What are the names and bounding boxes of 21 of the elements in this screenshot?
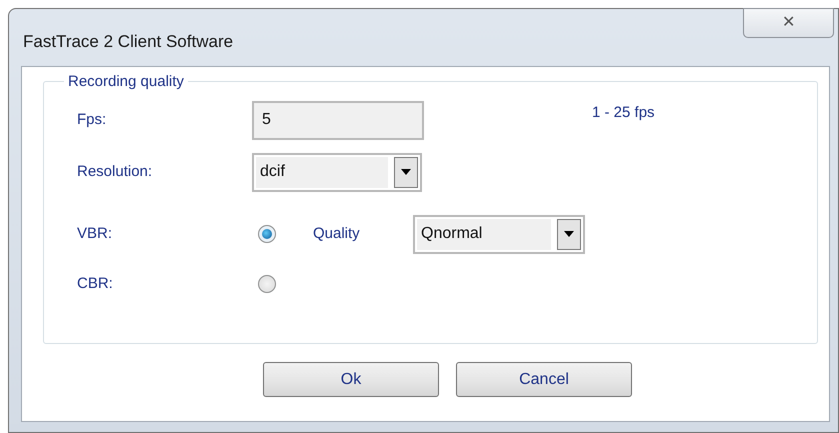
fps-field[interactable]: 5	[252, 100, 424, 140]
field-label: CBR:	[77, 274, 114, 294]
field-label: Quality	[313, 224, 361, 244]
range-hint: 1 - 25 fps	[592, 102, 655, 123]
radio-button[interactable]	[258, 225, 276, 243]
close-button[interactable]: ✕	[743, 8, 834, 38]
dropdown-arrow-button[interactable]	[394, 156, 418, 188]
window-title: FastTrace 2 Client Software	[23, 31, 234, 53]
caret-icon	[401, 169, 411, 175]
dropdown-value: dcif	[256, 156, 388, 188]
dropdown[interactable]: Qnormal	[413, 214, 585, 254]
dialog-button[interactable]: Ok	[263, 362, 439, 397]
dropdown-arrow-button[interactable]	[557, 218, 581, 250]
radio-button[interactable]	[258, 275, 276, 293]
dialog-button[interactable]: Cancel	[456, 362, 632, 397]
dropdown-value: Qnormal	[417, 218, 551, 250]
field-label: Resolution:	[77, 162, 154, 182]
dropdown[interactable]: dcif	[252, 152, 422, 192]
field-label: VBR:	[77, 224, 114, 244]
caret-icon	[564, 231, 574, 237]
field-label: Fps:	[77, 110, 108, 130]
